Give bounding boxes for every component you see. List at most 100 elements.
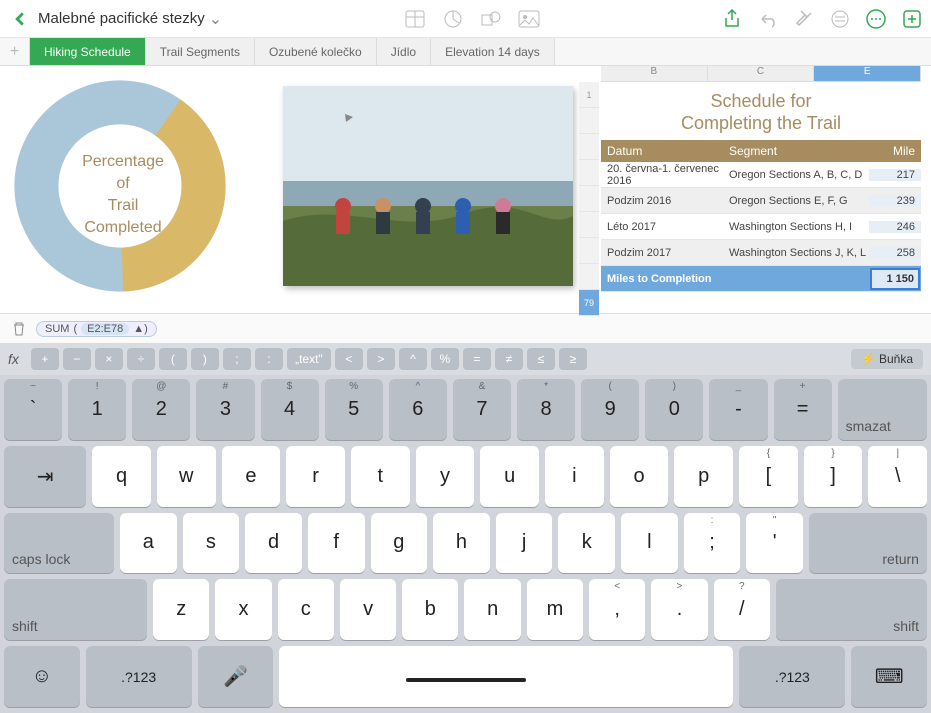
table-icon[interactable]	[404, 8, 426, 30]
op-key[interactable]: ÷	[127, 348, 155, 370]
key-hide-keyboard[interactable]: ⌨	[851, 646, 927, 707]
op-key[interactable]: +	[31, 348, 59, 370]
schedule-table[interactable]: 1 79 BCE Schedule forCompleting the Trai…	[601, 66, 921, 292]
back-button[interactable]	[8, 7, 32, 31]
key-`[interactable]: ~`	[4, 379, 62, 440]
formula-bar[interactable]: SUM(E2:E78 ▲)	[0, 313, 931, 343]
table-total-row[interactable]: Miles to Completion1 150	[601, 266, 921, 292]
tab-jidlo[interactable]: Jídlo	[377, 38, 431, 65]
key-a[interactable]: a	[120, 513, 177, 574]
key-z[interactable]: z	[153, 579, 209, 640]
key-5[interactable]: %5	[325, 379, 383, 440]
key-capslock[interactable]: caps lock	[4, 513, 114, 574]
key-9[interactable]: (9	[581, 379, 639, 440]
table-row[interactable]: Podzim 2017Washington Sections J, K, L25…	[601, 240, 921, 266]
donut-chart[interactable]: PercentageofTrailCompleted	[10, 76, 230, 296]
key-dictate[interactable]: 🎤	[198, 646, 274, 707]
key-3[interactable]: #3	[196, 379, 254, 440]
op-key[interactable]: ;	[223, 348, 251, 370]
op-key[interactable]: )	[191, 348, 219, 370]
home-indicator[interactable]	[406, 678, 526, 682]
share-icon[interactable]	[721, 8, 743, 30]
key-tab[interactable]: ⇥	[4, 446, 86, 507]
photo-image[interactable]	[283, 86, 573, 286]
key-;[interactable]: :;	[684, 513, 741, 574]
table-row[interactable]: 20. června-1. červenec 2016Oregon Sectio…	[601, 162, 921, 188]
table-row[interactable]: Podzim 2016Oregon Sections E, F, G239	[601, 188, 921, 214]
tab-trail-segments[interactable]: Trail Segments	[146, 38, 255, 65]
key-space[interactable]	[279, 646, 733, 707]
add-tab-button[interactable]: +	[0, 38, 30, 65]
key-q[interactable]: q	[92, 446, 151, 507]
trash-icon[interactable]	[8, 318, 30, 340]
key-h[interactable]: h	[433, 513, 490, 574]
key-emoji[interactable]: ☺	[4, 646, 80, 707]
key-g[interactable]: g	[371, 513, 428, 574]
tab-elevation[interactable]: Elevation 14 days	[431, 38, 555, 65]
format-brush-icon[interactable]	[793, 8, 815, 30]
key-i[interactable]: i	[545, 446, 604, 507]
op-key[interactable]: ≠	[495, 348, 523, 370]
key-b[interactable]: b	[402, 579, 458, 640]
op-key[interactable]: <	[335, 348, 363, 370]
insert-icon[interactable]	[901, 8, 923, 30]
key-t[interactable]: t	[351, 446, 410, 507]
key-.[interactable]: >.	[651, 579, 707, 640]
chevron-down-icon[interactable]: ⌄	[209, 9, 222, 29]
key-6[interactable]: ^6	[389, 379, 447, 440]
key-shift-left[interactable]: shift	[4, 579, 147, 640]
fx-icon[interactable]: fx	[8, 351, 19, 367]
key-e[interactable]: e	[222, 446, 281, 507]
op-key[interactable]: >	[367, 348, 395, 370]
key-,[interactable]: <,	[589, 579, 645, 640]
chart-icon[interactable]	[442, 8, 464, 30]
op-key[interactable]: ^	[399, 348, 427, 370]
key-v[interactable]: v	[340, 579, 396, 640]
key-m[interactable]: m	[527, 579, 583, 640]
key-k[interactable]: k	[558, 513, 615, 574]
key-p[interactable]: p	[674, 446, 733, 507]
op-key[interactable]: (	[159, 348, 187, 370]
key-c[interactable]: c	[278, 579, 334, 640]
more-icon[interactable]	[865, 8, 887, 30]
key-r[interactable]: r	[286, 446, 345, 507]
key-n[interactable]: n	[464, 579, 520, 640]
op-key[interactable]: −	[63, 348, 91, 370]
key-symbols-right[interactable]: .?123	[739, 646, 845, 707]
key-d[interactable]: d	[245, 513, 302, 574]
key-w[interactable]: w	[157, 446, 216, 507]
column-headers[interactable]: BCE	[601, 66, 921, 82]
key-'[interactable]: "'	[746, 513, 803, 574]
key-delete[interactable]: smazat	[838, 379, 927, 440]
cell-ref-button[interactable]: ⚡ Buňka	[851, 349, 923, 369]
key-s[interactable]: s	[183, 513, 240, 574]
key-1[interactable]: !1	[68, 379, 126, 440]
tab-hiking-schedule[interactable]: Hiking Schedule	[30, 38, 146, 65]
key-=[interactable]: +=	[774, 379, 832, 440]
op-key[interactable]: :	[255, 348, 283, 370]
key-4[interactable]: $4	[261, 379, 319, 440]
key-return[interactable]: return	[809, 513, 927, 574]
key-7[interactable]: &7	[453, 379, 511, 440]
formula-chip[interactable]: SUM(E2:E78 ▲)	[36, 321, 157, 337]
key-x[interactable]: x	[215, 579, 271, 640]
tab-ozubene[interactable]: Ozubené kolečko	[255, 38, 377, 65]
shapes-icon[interactable]	[480, 8, 502, 30]
undo-icon[interactable]	[757, 8, 779, 30]
op-key[interactable]: ×	[95, 348, 123, 370]
op-key[interactable]: „text"	[287, 348, 331, 370]
key-[[interactable]: {[	[739, 446, 798, 507]
op-key[interactable]: ≤	[527, 348, 555, 370]
key-symbols-left[interactable]: .?123	[86, 646, 192, 707]
key-8[interactable]: *8	[517, 379, 575, 440]
key-y[interactable]: y	[416, 446, 475, 507]
key-0[interactable]: )0	[645, 379, 703, 440]
media-icon[interactable]	[518, 8, 540, 30]
key-f[interactable]: f	[308, 513, 365, 574]
key-o[interactable]: o	[610, 446, 669, 507]
document-title[interactable]: Malebné pacifické stezky	[38, 10, 205, 27]
comment-icon[interactable]	[829, 8, 851, 30]
key-][interactable]: }]	[804, 446, 863, 507]
table-row[interactable]: Léto 2017Washington Sections H, I246	[601, 214, 921, 240]
key-l[interactable]: l	[621, 513, 678, 574]
